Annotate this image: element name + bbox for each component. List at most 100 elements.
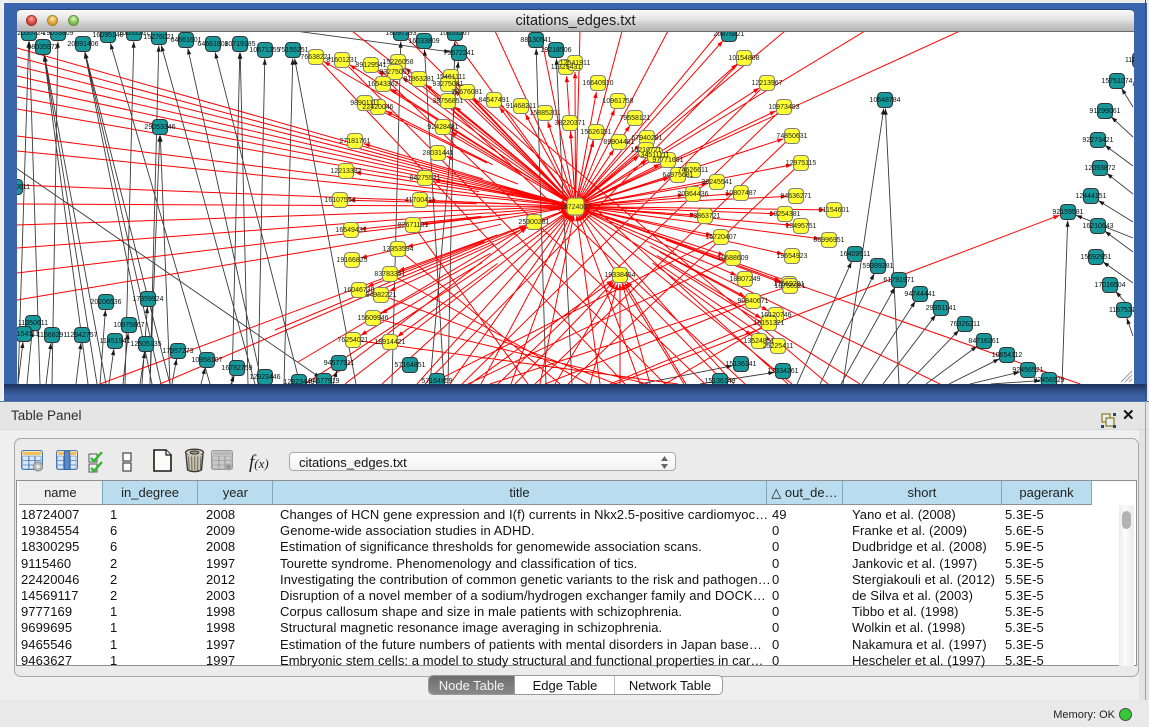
svg-text:28676081: 28676081 xyxy=(451,89,482,96)
svg-text:92456521: 92456521 xyxy=(1012,367,1043,374)
svg-text:12055724: 12055724 xyxy=(17,32,45,37)
svg-text:76254021: 76254021 xyxy=(337,337,368,344)
svg-text:16640910: 16640910 xyxy=(582,80,613,87)
svg-text:11350611: 11350611 xyxy=(18,320,48,327)
svg-text:16549431: 16549431 xyxy=(335,227,366,234)
svg-text:81601231: 81601231 xyxy=(326,57,357,64)
svg-text:16409511: 16409511 xyxy=(840,251,871,258)
svg-text:67940281: 67940281 xyxy=(631,135,662,142)
svg-text:16107554: 16107554 xyxy=(324,197,355,204)
svg-text:93275081: 93275081 xyxy=(432,81,463,88)
svg-text:92428481: 92428481 xyxy=(427,124,458,131)
svg-text:12505135: 12505135 xyxy=(130,341,161,348)
svg-text:92273421: 92273421 xyxy=(1082,137,1113,144)
svg-text:10975867: 10975867 xyxy=(113,322,144,329)
svg-text:10958107: 10958107 xyxy=(191,357,222,364)
svg-text:19654923: 19654923 xyxy=(776,253,807,260)
svg-text:15692951: 15692951 xyxy=(1080,254,1111,261)
svg-text:57164851: 57164851 xyxy=(394,362,425,369)
svg-text:27181761: 27181761 xyxy=(339,138,370,145)
svg-text:90840671: 90840671 xyxy=(737,298,768,305)
svg-text:81863281: 81863281 xyxy=(403,76,434,83)
svg-text:16782759: 16782759 xyxy=(221,365,252,372)
svg-text:15226058: 15226058 xyxy=(382,59,413,66)
svg-text:92159581: 92159581 xyxy=(1052,209,1083,216)
svg-text:15461111: 15461111 xyxy=(436,74,466,81)
svg-text:74850631: 74850631 xyxy=(776,133,807,140)
svg-text:15626151: 15626151 xyxy=(580,129,611,136)
svg-text:83783351: 83783351 xyxy=(374,271,405,278)
svg-text:15885201: 15885201 xyxy=(529,110,560,117)
svg-text:84716261: 84716261 xyxy=(968,338,999,345)
svg-text:17334261: 17334261 xyxy=(767,368,798,375)
svg-text:98901111: 98901111 xyxy=(350,100,380,107)
svg-text:75155251: 75155251 xyxy=(277,47,308,54)
svg-text:20364436: 20364436 xyxy=(677,191,708,198)
svg-text:12923446: 12923446 xyxy=(249,374,280,381)
svg-text:91299061: 91299061 xyxy=(1089,108,1120,115)
svg-text:92456529: 92456529 xyxy=(1033,377,1064,384)
svg-text:10671355: 10671355 xyxy=(249,47,280,54)
svg-text:59389281: 59389281 xyxy=(862,263,893,270)
svg-text:88130541: 88130541 xyxy=(520,37,551,44)
svg-text:11451941: 11451941 xyxy=(100,338,131,345)
svg-text:18807249: 18807249 xyxy=(729,276,760,283)
svg-text:17957273: 17957273 xyxy=(162,348,193,355)
svg-text:18035572: 18035572 xyxy=(27,44,58,51)
svg-text:89904481: 89904481 xyxy=(603,139,634,146)
svg-text:12942757: 12942757 xyxy=(66,332,97,339)
svg-text:16033809: 16033809 xyxy=(408,38,439,45)
svg-text:28031441: 28031441 xyxy=(422,150,453,157)
svg-text:36245541: 36245541 xyxy=(701,179,732,186)
svg-text:20206536: 20206536 xyxy=(90,299,121,306)
svg-text:10688609: 10688609 xyxy=(717,255,748,262)
svg-text:68996951: 68996951 xyxy=(813,237,844,244)
svg-text:10653267: 10653267 xyxy=(439,32,470,37)
svg-text:11675311: 11675311 xyxy=(1109,307,1134,314)
svg-text:10973493: 10973493 xyxy=(768,104,799,111)
svg-text:11568291: 11568291 xyxy=(37,332,68,339)
svg-text:19166825: 19166825 xyxy=(336,257,367,264)
svg-text:38220371: 38220371 xyxy=(554,120,585,127)
svg-text:12541911: 12541911 xyxy=(560,60,591,67)
svg-text:18756921: 18756921 xyxy=(774,283,805,290)
svg-text:94744441: 94744441 xyxy=(904,291,935,298)
svg-text:20876821: 20876821 xyxy=(713,32,744,38)
svg-text:10154808: 10154808 xyxy=(728,55,759,62)
svg-text:18724007: 18724007 xyxy=(560,204,591,211)
svg-text:25300281: 25300281 xyxy=(518,219,549,226)
svg-text:16210643: 16210643 xyxy=(1082,223,1113,230)
svg-text:73572241: 73572241 xyxy=(443,50,474,57)
svg-text:12213382: 12213382 xyxy=(330,168,361,175)
svg-text:13495751: 13495751 xyxy=(785,223,816,230)
svg-text:94577911: 94577911 xyxy=(324,360,355,367)
svg-text:10654112: 10654112 xyxy=(992,352,1023,359)
svg-text:16120746: 16120746 xyxy=(760,312,791,319)
svg-text:61791971: 61791971 xyxy=(883,277,914,284)
svg-text:73863721: 73863721 xyxy=(689,213,720,220)
svg-text:29053346: 29053346 xyxy=(144,124,175,131)
svg-text:84275521: 84275521 xyxy=(409,175,440,182)
svg-text:97771691: 97771691 xyxy=(652,157,683,164)
svg-text:15609946: 15609946 xyxy=(357,315,388,322)
svg-text:34982221: 34982221 xyxy=(365,292,396,299)
svg-text:12975115: 12975115 xyxy=(786,160,817,167)
svg-text:12093872: 12093872 xyxy=(1084,165,1115,172)
svg-text:94636271: 94636271 xyxy=(780,193,811,200)
svg-text:18914421: 18914421 xyxy=(374,339,405,346)
svg-text:19338454: 19338454 xyxy=(604,272,635,279)
svg-text:19053809: 19053809 xyxy=(42,32,73,37)
svg-text:20691406: 20691406 xyxy=(67,41,98,48)
svg-text:38756851: 38756851 xyxy=(432,98,463,105)
svg-text:10648784: 10648784 xyxy=(869,97,900,104)
svg-text:16543362: 16543362 xyxy=(367,81,398,88)
svg-text:25225411: 25225411 xyxy=(763,343,794,350)
svg-text:91154601: 91154601 xyxy=(819,207,850,214)
svg-text:76326211: 76326211 xyxy=(950,321,981,328)
svg-text:11330611: 11330611 xyxy=(17,184,30,191)
svg-text:29351141: 29351141 xyxy=(926,305,957,312)
svg-text:17359924: 17359924 xyxy=(132,296,163,303)
svg-text:10807487: 10807487 xyxy=(725,190,756,197)
svg-text:18097193: 18097193 xyxy=(385,32,416,37)
svg-text:11170531: 11170531 xyxy=(1125,57,1134,64)
